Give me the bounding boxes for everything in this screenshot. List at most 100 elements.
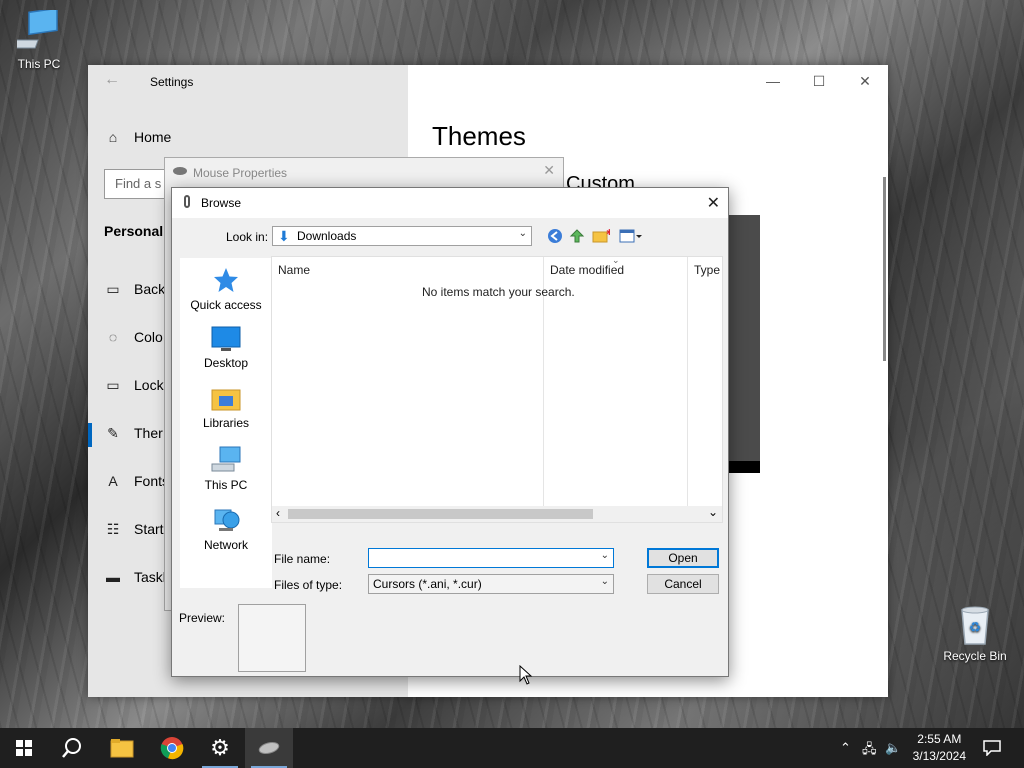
svg-text:♻: ♻ — [969, 619, 982, 635]
notification-icon — [983, 740, 1001, 756]
recycle-bin-icon: ♻ — [961, 606, 989, 645]
minimize-button[interactable]: — — [750, 69, 796, 93]
view-menu-icon[interactable] — [618, 228, 644, 246]
chrome-icon — [160, 737, 184, 760]
nav-label: Start — [134, 521, 164, 537]
nav-label: Taskl — [134, 569, 166, 585]
file-list[interactable]: Name Date modified ⌄ Type No items match… — [271, 255, 723, 523]
file-explorer-taskbar-button[interactable] — [98, 728, 146, 768]
look-in-value: Downloads — [297, 229, 357, 243]
system-clock[interactable]: 2:55 AM 3/13/2024 — [913, 731, 966, 765]
up-folder-icon[interactable] — [568, 228, 586, 246]
download-arrow-icon: ⬇ — [278, 228, 290, 244]
network-globe-icon — [214, 509, 240, 531]
nav-label: Ther — [134, 425, 163, 441]
nav-label: Colo — [134, 329, 163, 345]
place-libraries[interactable]: Libraries — [180, 386, 272, 430]
nav-fonts[interactable]: A Fonts — [104, 473, 169, 489]
chrome-taskbar-button[interactable] — [148, 728, 196, 768]
dialog-title: Browse — [201, 196, 242, 210]
this-pc-desktop-icon[interactable]: This PC — [4, 10, 74, 71]
page-title: Themes — [432, 121, 526, 151]
file-name-label: File name: — [274, 552, 331, 566]
nav-lock-screen[interactable]: ▭ Lock — [104, 377, 164, 394]
computer-icon — [211, 446, 241, 472]
star-icon — [214, 268, 238, 292]
horizontal-scrollbar[interactable]: ‹ ⌄ — [272, 505, 722, 522]
place-label: Libraries — [202, 416, 250, 430]
search-button[interactable] — [48, 728, 96, 768]
clock-time: 2:55 AM — [917, 732, 962, 746]
settings-taskbar-button[interactable]: ⚙ — [196, 728, 244, 768]
scroll-down-icon[interactable]: ⌄ — [708, 505, 718, 519]
new-folder-icon[interactable]: ✱ — [592, 228, 613, 246]
mouse-properties-taskbar-button[interactable] — [245, 728, 293, 768]
open-button[interactable]: Open — [647, 548, 719, 568]
settings-scrollbar[interactable] — [883, 177, 886, 361]
nav-label: Back — [134, 281, 166, 297]
recycle-bin-label: Recycle Bin — [943, 649, 1007, 663]
close-button[interactable]: ✕ — [543, 162, 555, 179]
place-this-pc[interactable]: This PC — [180, 446, 272, 492]
taskbar: ⚙ ⌃ 🖧 🔈 2:55 AM 3/13/2024 — [0, 728, 1024, 768]
scroll-left-icon[interactable]: ‹ — [276, 506, 280, 520]
nav-themes[interactable]: ✎ Ther — [104, 425, 163, 442]
windows-logo-icon — [16, 740, 32, 756]
files-of-type-dropdown[interactable]: Cursors (*.ani, *.cur) ⌄ — [368, 574, 614, 594]
sort-chevron-icon: ⌄ — [612, 255, 620, 265]
nav-start[interactable]: ☷ Start — [104, 521, 164, 538]
preview-label: Preview: — [179, 611, 226, 625]
browse-dialog: Browse ✕ Look in: ⬇ Downloads ⌄ ✱ Quick … — [171, 187, 729, 677]
files-of-type-value: Cursors (*.ani, *.cur) — [373, 577, 482, 591]
volume-muted-icon[interactable]: 🔈 — [885, 740, 901, 756]
nav-taskbar[interactable]: ▬ Taskl — [104, 569, 166, 585]
close-button[interactable]: ✕ — [707, 193, 720, 213]
start-grid-icon: ☷ — [106, 521, 120, 537]
settings-title: Settings — [150, 75, 194, 89]
place-network[interactable]: Network — [180, 506, 272, 552]
paperclip-icon — [184, 195, 190, 208]
close-button[interactable]: ✕ — [842, 69, 888, 93]
maximize-button[interactable]: ☐ — [796, 69, 842, 93]
notifications-button[interactable] — [968, 728, 1016, 768]
clock-date: 3/13/2024 — [912, 749, 966, 763]
desktop-icon — [211, 326, 241, 351]
computer-icon — [17, 10, 58, 49]
nav-background[interactable]: ▭ Back — [104, 281, 165, 298]
look-in-dropdown[interactable]: ⬇ Downloads ⌄ — [272, 226, 532, 246]
column-header-name[interactable]: Name — [278, 263, 310, 277]
brush-icon: ✎ — [107, 425, 119, 441]
cancel-button[interactable]: Cancel — [647, 574, 719, 594]
start-button[interactable] — [0, 728, 48, 768]
place-label: This PC — [204, 478, 248, 492]
file-name-input[interactable]: ⌄ — [368, 548, 614, 568]
show-hidden-icons-chevron-icon[interactable]: ⌃ — [840, 740, 851, 756]
place-label: Desktop — [203, 356, 249, 370]
svg-text:✱: ✱ — [606, 228, 610, 237]
recycle-bin-desktop-icon[interactable]: ♻ Recycle Bin — [940, 602, 1010, 663]
place-desktop[interactable]: Desktop — [180, 326, 272, 370]
nav-selected-indicator — [88, 423, 92, 447]
gear-icon: ⚙ — [210, 735, 230, 760]
column-header-type[interactable]: Type — [694, 263, 720, 277]
place-label: Quick access — [190, 298, 262, 312]
nav-label: Lock — [134, 377, 164, 393]
nav-colors[interactable]: ◌ Colo — [104, 329, 163, 345]
places-bar: Quick access Desktop Libraries This PC N… — [180, 258, 272, 588]
place-label: Network — [203, 538, 248, 552]
taskbar-icon: ▬ — [106, 569, 120, 585]
image-icon: ▭ — [106, 281, 120, 297]
network-icon[interactable]: 🖧 — [862, 740, 877, 762]
scrollbar-thumb[interactable] — [288, 509, 593, 519]
nav-home-label: Home — [134, 129, 172, 145]
libraries-folder-icon — [211, 389, 241, 411]
monitor-icon: ▭ — [106, 377, 120, 393]
mouse-pointer-icon — [519, 665, 533, 685]
place-quick-access[interactable]: Quick access — [180, 266, 272, 312]
nav-home[interactable]: ⌂ Home — [104, 129, 172, 145]
back-icon[interactable] — [546, 228, 564, 246]
preview-pane — [238, 604, 306, 672]
home-icon: ⌂ — [108, 129, 118, 145]
back-arrow-icon[interactable]: ← — [104, 71, 120, 89]
palette-icon: ◌ — [108, 329, 118, 345]
